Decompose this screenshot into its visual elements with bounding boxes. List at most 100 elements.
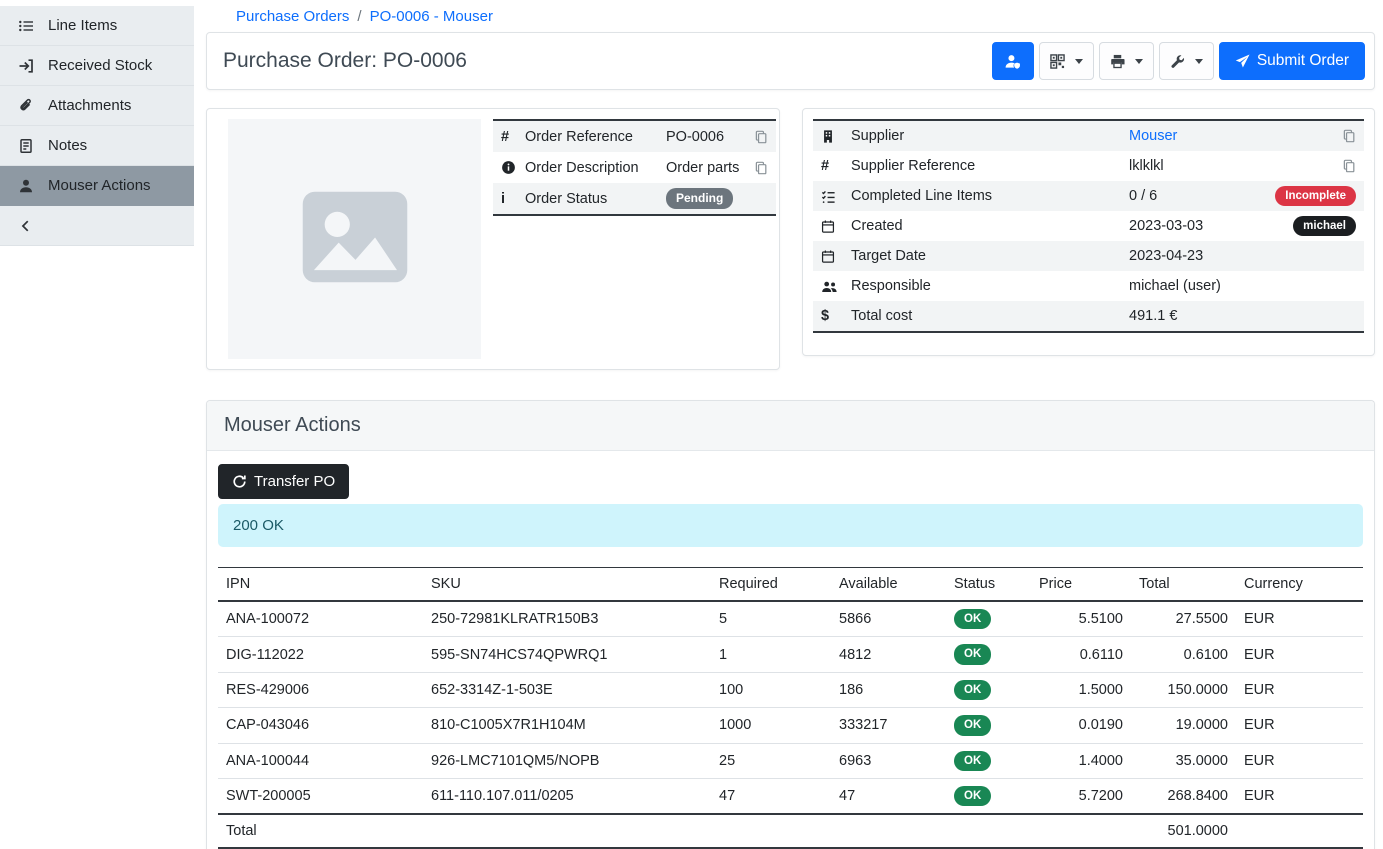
order-actions-button[interactable]: [1159, 42, 1214, 80]
table-row: CAP-043046 810-C1005X7R1H104M 1000 33321…: [218, 708, 1363, 743]
detail-value: Pending: [666, 188, 768, 209]
table-row: ANA-100072 250-72981KLRATR150B3 5 5866 O…: [218, 601, 1363, 637]
barcode-actions-button[interactable]: [1039, 42, 1094, 80]
transfer-po-label: Transfer PO: [254, 474, 335, 489]
cell-total: 35.0000: [1131, 743, 1236, 778]
print-actions-button[interactable]: [1099, 42, 1154, 80]
cell-status: OK: [946, 672, 1031, 707]
detail-label: Target Date: [851, 248, 1129, 264]
user-icon: [17, 178, 35, 194]
total-label: Total: [218, 814, 423, 848]
mouser-actions-panel: Mouser Actions Transfer PO 200 OK: [206, 400, 1375, 849]
refresh-icon: [232, 474, 247, 489]
detail-value: 0 / 6: [1129, 188, 1267, 204]
detail-row-responsible: Responsible michael (user): [813, 271, 1364, 301]
supplier-details-table: Supplier Mouser # Supplier Reference lkl…: [813, 119, 1364, 333]
cell-status: OK: [946, 778, 1031, 814]
detail-row-order-description: Order Description Order parts: [493, 152, 776, 183]
detail-row-total-cost: $ Total cost 491.1 €: [813, 301, 1364, 331]
cell-available: 186: [831, 672, 946, 707]
cell-total: 19.0000: [1131, 708, 1236, 743]
cell-available: 333217: [831, 708, 946, 743]
breadcrumb-separator: /: [357, 8, 361, 25]
column-total: Total: [1131, 568, 1236, 602]
supplier-info-panel: Supplier Mouser # Supplier Reference lkl…: [802, 108, 1375, 356]
detail-row-created: Created 2023-03-03 michael: [813, 211, 1364, 241]
hash-icon: #: [501, 129, 525, 145]
order-status-badge: Pending: [666, 188, 733, 209]
cell-ipn: SWT-200005: [218, 778, 423, 814]
cell-ipn: ANA-100072: [218, 601, 423, 637]
cell-price: 5.5100: [1031, 601, 1131, 637]
cell-currency: EUR: [1236, 601, 1363, 637]
cell-price: 0.0190: [1031, 708, 1131, 743]
cell-sku: 652-3314Z-1-503E: [423, 672, 711, 707]
cell-status: OK: [946, 708, 1031, 743]
detail-row-order-reference: # Order Reference PO-0006: [493, 121, 776, 152]
copy-icon: [754, 130, 768, 144]
copy-button[interactable]: [754, 130, 768, 144]
caret-down-icon: [1195, 59, 1203, 64]
supplier-link[interactable]: Mouser: [1129, 128, 1177, 144]
sidebar-item-received-stock[interactable]: Received Stock: [0, 46, 194, 86]
ok-badge: OK: [954, 786, 991, 806]
cell-price: 1.4000: [1031, 743, 1131, 778]
copy-button[interactable]: [754, 161, 768, 175]
cell-total: 268.8400: [1131, 778, 1236, 814]
detail-row-order-status: i Order Status Pending: [493, 183, 776, 214]
ok-badge: OK: [954, 751, 991, 771]
detail-value: lklklkl: [1129, 158, 1334, 174]
copy-icon: [754, 161, 768, 175]
order-image-placeholder[interactable]: [228, 119, 481, 359]
incomplete-badge: Incomplete: [1275, 186, 1356, 206]
printer-icon: [1110, 54, 1125, 69]
detail-label: Order Reference: [525, 129, 666, 145]
breadcrumb-link-purchase-orders[interactable]: Purchase Orders: [236, 8, 349, 25]
cell-ipn: ANA-100044: [218, 743, 423, 778]
detail-label: Order Description: [525, 160, 666, 176]
copy-button[interactable]: [1342, 159, 1356, 173]
header-actions: Submit Order: [992, 42, 1365, 80]
column-currency: Currency: [1236, 568, 1363, 602]
dollar-icon: $: [821, 308, 851, 324]
cell-required: 100: [711, 672, 831, 707]
sidebar-item-attachments[interactable]: Attachments: [0, 86, 194, 126]
note-icon: [17, 138, 35, 154]
building-icon: [821, 129, 851, 144]
breadcrumb-link-current-order[interactable]: PO-0006 - Mouser: [370, 8, 493, 25]
order-info-panel: # Order Reference PO-0006 Or: [206, 108, 780, 370]
cell-price: 0.6110: [1031, 637, 1131, 672]
user-action-button[interactable]: [992, 42, 1034, 80]
sidebar-collapse-button[interactable]: [0, 206, 194, 246]
info-icon: i: [501, 191, 525, 207]
sidebar-item-label: Received Stock: [48, 57, 152, 74]
submit-order-button[interactable]: Submit Order: [1219, 42, 1365, 80]
sidebar: Line Items Received Stock Attachments No…: [0, 0, 194, 794]
sidebar-item-label: Line Items: [48, 17, 117, 34]
copy-icon: [1342, 129, 1356, 143]
detail-value: 2023-04-23: [1129, 248, 1356, 264]
tools-icon: [1170, 54, 1185, 69]
detail-label: Order Status: [525, 191, 666, 207]
sidebar-item-notes[interactable]: Notes: [0, 126, 194, 166]
app-root: Line Items Received Stock Attachments No…: [0, 0, 1383, 794]
copy-button[interactable]: [1342, 129, 1356, 143]
transfer-po-button[interactable]: Transfer PO: [218, 464, 349, 499]
sidebar-item-mouser-actions[interactable]: Mouser Actions: [0, 166, 194, 206]
detail-value: PO-0006: [666, 129, 746, 145]
cell-currency: EUR: [1236, 743, 1363, 778]
sidebar-item-line-items[interactable]: Line Items: [0, 6, 194, 46]
cell-price: 5.7200: [1031, 778, 1131, 814]
cell-price: 1.5000: [1031, 672, 1131, 707]
total-row: Total 501.0000: [218, 814, 1363, 848]
cell-currency: EUR: [1236, 672, 1363, 707]
table-row: SWT-200005 611-110.107.011/0205 47 47 OK…: [218, 778, 1363, 814]
order-details-row: # Order Reference PO-0006 Or: [206, 108, 1375, 370]
table-row: RES-429006 652-3314Z-1-503E 100 186 OK 1…: [218, 672, 1363, 707]
column-price: Price: [1031, 568, 1131, 602]
user-badge: michael: [1293, 216, 1356, 236]
cell-required: 1000: [711, 708, 831, 743]
chevron-left-icon: [17, 219, 35, 233]
paperclip-icon: [17, 98, 35, 114]
sidebar-item-label: Attachments: [48, 97, 131, 114]
